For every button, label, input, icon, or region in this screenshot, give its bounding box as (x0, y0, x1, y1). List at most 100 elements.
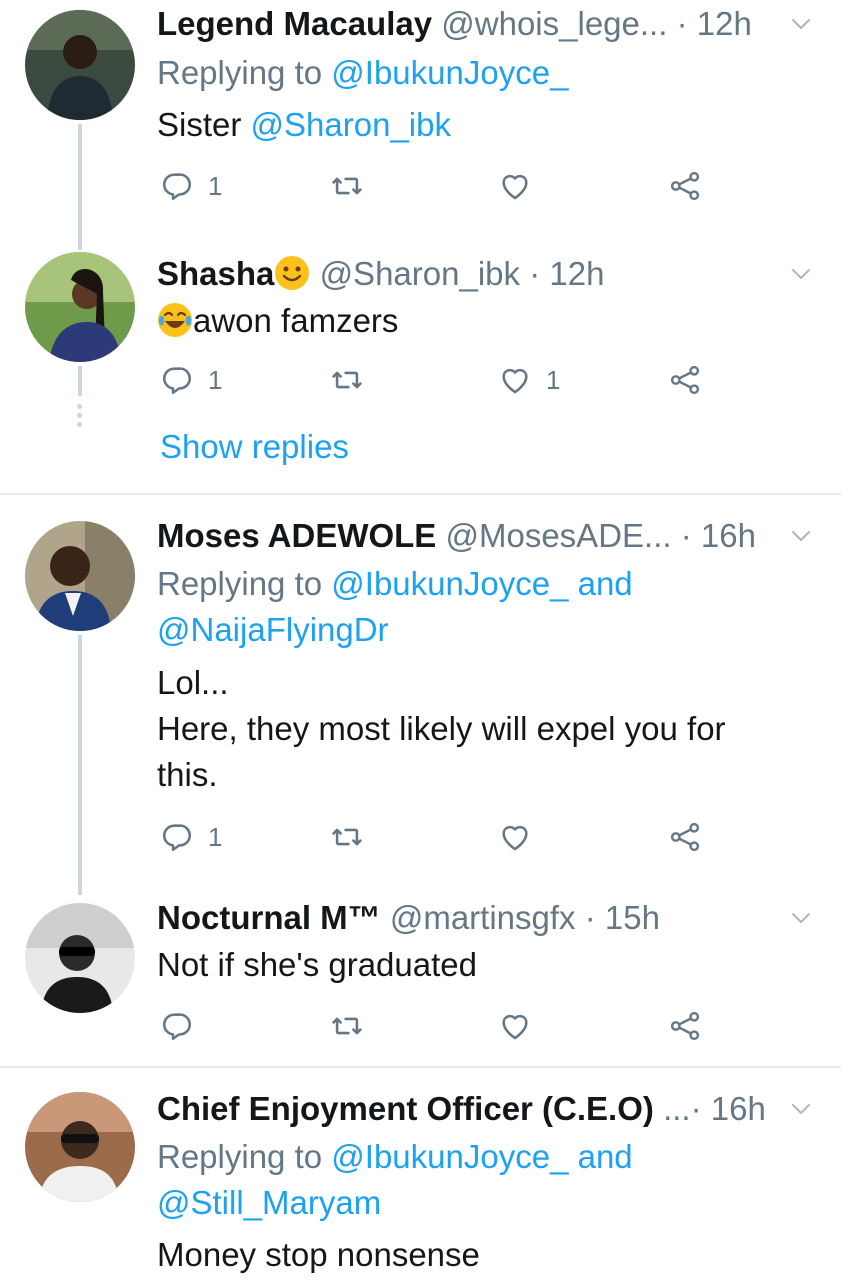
user-handle[interactable]: @whois_lege... (441, 5, 667, 42)
timestamp[interactable]: 12h (697, 5, 752, 42)
reply-button[interactable]: 1 (160, 166, 222, 206)
user-handle[interactable]: ... (663, 1090, 691, 1127)
retweet-button[interactable] (330, 817, 364, 857)
retweet-icon (330, 363, 364, 397)
heart-icon (498, 1009, 532, 1043)
mention-link[interactable]: @IbukunJoyce_ (331, 1138, 568, 1175)
tweet-header: Moses ADEWOLE @MosesADE... · 16h (157, 513, 781, 559)
like-button[interactable] (498, 1006, 532, 1046)
reply-icon (160, 363, 194, 397)
avatar[interactable] (25, 903, 135, 1013)
chevron-down-icon[interactable] (789, 262, 813, 286)
reply-count: 1 (208, 170, 223, 201)
tweet-text-body: awon famzers (193, 302, 399, 339)
tweet-actions (160, 1006, 720, 1046)
mention-link[interactable]: @Still_Maryam (157, 1184, 381, 1221)
timestamp[interactable]: 16h (701, 517, 756, 554)
and-label[interactable]: and (578, 565, 633, 602)
tweet-header: Legend Macaulay @whois_lege... · 12h (157, 1, 781, 47)
user-handle[interactable]: @martinsgfx (390, 899, 576, 936)
tweet-text: awon famzers (157, 298, 398, 344)
mention-link[interactable]: @IbukunJoyce_ (331, 565, 568, 602)
separator: · (680, 517, 692, 554)
like-button[interactable] (498, 817, 532, 857)
share-button[interactable] (668, 360, 702, 400)
retweet-icon (330, 1009, 364, 1043)
share-icon (668, 363, 702, 397)
retweet-button[interactable] (330, 360, 364, 400)
heart-icon (498, 820, 532, 854)
share-icon (668, 169, 702, 203)
replying-to: Replying to @IbukunJoyce_ and (157, 561, 633, 607)
retweet-icon (330, 820, 364, 854)
tweet-legend-macaulay[interactable]: Legend Macaulay @whois_lege... · 12h Rep… (0, 0, 841, 250)
avatar[interactable] (25, 252, 135, 362)
reply-icon (160, 169, 194, 203)
tweet-shasha[interactable]: Shasha @Sharon_ibk · 12h awon famzers 1 … (0, 250, 841, 494)
retweet-button[interactable] (330, 166, 364, 206)
display-name[interactable]: Moses ADEWOLE (157, 517, 436, 554)
reply-icon (160, 1009, 194, 1043)
thread-line (78, 366, 82, 396)
like-count: 1 (546, 364, 561, 395)
avatar[interactable] (25, 10, 135, 120)
timestamp[interactable]: 15h (605, 899, 660, 936)
and-label[interactable]: and (578, 1138, 633, 1175)
retweet-icon (330, 169, 364, 203)
tweet-actions: 1 (160, 166, 720, 206)
smiley-emoji-icon (275, 256, 310, 290)
display-name[interactable]: Shasha (157, 255, 274, 292)
user-handle[interactable]: @MosesADE... (445, 517, 671, 554)
display-name[interactable]: Legend Macaulay (157, 5, 432, 42)
heart-icon (498, 169, 532, 203)
reply-button[interactable]: 1 (160, 817, 222, 857)
replying-label: Replying to (157, 1138, 323, 1175)
tweet-moses-adewole[interactable]: Moses ADEWOLE @MosesADE... · 16h Replyin… (0, 495, 841, 895)
tweet-text: Not if she's graduated (157, 946, 477, 983)
reply-count: 1 (208, 821, 223, 852)
share-button[interactable] (668, 817, 702, 857)
mention-link[interactable]: @IbukunJoyce_ (331, 54, 568, 91)
show-replies-link[interactable]: Show replies (160, 424, 349, 470)
tweet-chief-enjoyment-officer[interactable]: Chief Enjoyment Officer (C.E.O) ...· 16h… (0, 1068, 841, 1280)
like-button[interactable] (498, 166, 532, 206)
replying-to-continued: @NaijaFlyingDr (157, 607, 389, 653)
separator: · (584, 899, 596, 936)
timestamp[interactable]: 16h (711, 1090, 766, 1127)
tears-of-joy-emoji-icon (158, 303, 192, 337)
replying-label: Replying to (157, 565, 323, 602)
chevron-down-icon[interactable] (789, 12, 813, 36)
replying-to: Replying to @IbukunJoyce_ (157, 50, 568, 96)
tweet-actions: 1 (160, 817, 720, 857)
avatar[interactable] (25, 521, 135, 631)
retweet-button[interactable] (330, 1006, 364, 1046)
tweet-actions: 1 1 (160, 360, 720, 400)
tweet-text-line: this. (157, 756, 218, 793)
tweet-nocturnal-m[interactable]: Nocturnal M™ @martinsgfx · 15h Not if sh… (0, 895, 841, 1065)
mention-link[interactable]: @Sharon_ibk (251, 106, 451, 143)
chevron-down-icon[interactable] (789, 906, 813, 930)
user-handle[interactable]: @Sharon_ibk (320, 255, 520, 292)
timestamp[interactable]: 12h (549, 255, 604, 292)
mention-link[interactable]: @NaijaFlyingDr (157, 611, 389, 648)
separator: · (676, 5, 688, 42)
replying-label: Replying to (157, 54, 323, 91)
tweet-text-line: Here, they most likely will expel you fo… (157, 710, 726, 747)
display-name[interactable]: Nocturnal M™ (157, 899, 381, 936)
reply-count: 1 (208, 364, 223, 395)
chevron-down-icon[interactable] (789, 1097, 813, 1121)
reply-button[interactable] (160, 1006, 194, 1046)
reply-button[interactable]: 1 (160, 360, 222, 400)
like-button[interactable]: 1 (498, 360, 560, 400)
share-button[interactable] (668, 166, 702, 206)
reply-icon (160, 820, 194, 854)
share-button[interactable] (668, 1006, 702, 1046)
thread-line (78, 635, 82, 895)
replying-to-continued: @Still_Maryam (157, 1180, 381, 1226)
share-icon (668, 1009, 702, 1043)
chevron-down-icon[interactable] (789, 524, 813, 548)
tweet-header: Nocturnal M™ @martinsgfx · 15h (157, 895, 781, 941)
avatar[interactable] (25, 1092, 135, 1202)
display-name[interactable]: Chief Enjoyment Officer (C.E.O) (157, 1090, 654, 1127)
tweet-text: Money stop nonsense (157, 1236, 480, 1273)
